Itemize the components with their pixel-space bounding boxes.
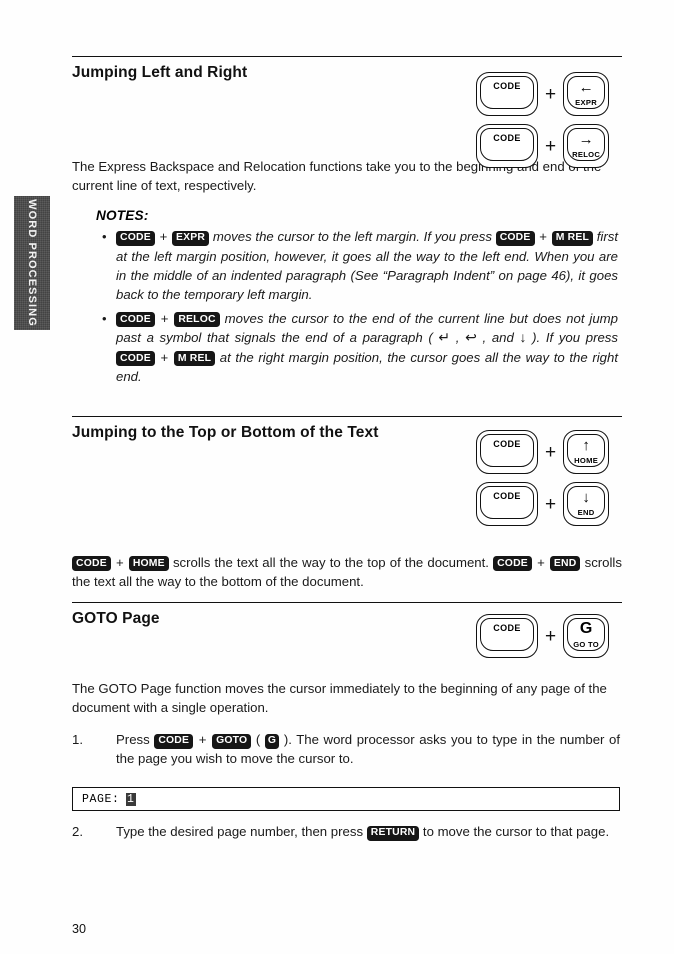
- plus-operator: +: [545, 83, 557, 105]
- page-prompt-cursor[interactable]: 1: [125, 792, 137, 806]
- plus-operator: +: [159, 229, 168, 245]
- key-badge-code: CODE: [116, 312, 155, 328]
- keycap-figure-goto: CODE + G GO TO: [476, 614, 610, 658]
- key-badge-reloc: RELOC: [174, 312, 220, 328]
- key-badge-code: CODE: [495, 230, 535, 246]
- page-prompt-label: PAGE:: [82, 792, 120, 806]
- keycap-row: CODE + ↑ HOME: [476, 430, 610, 474]
- key-badge-g: G: [264, 733, 280, 749]
- arrow-up-icon: ↑: [582, 436, 590, 454]
- keycap-expr: ← EXPR: [563, 72, 610, 116]
- keycap-sublabel: HOME: [574, 456, 599, 465]
- keycap-sublabel: RELOC: [572, 150, 601, 159]
- page-number: 30: [72, 922, 87, 936]
- key-badge-return: RETURN: [366, 825, 420, 841]
- keycap-end: ↓ END: [563, 482, 610, 526]
- step-text: Press CODE + GOTO ( G ). The word proces…: [116, 732, 621, 767]
- paragraph-symbol-icon: ↵: [438, 329, 451, 346]
- paragraph-symbol-icon: ↩: [465, 329, 477, 346]
- key-badge-m-rel: M REL: [551, 230, 594, 246]
- keycap-label: CODE: [493, 132, 521, 143]
- step-number: 2.: [72, 824, 83, 840]
- keycap-reloc: → RELOC: [563, 124, 610, 168]
- keycap-code: CODE: [476, 124, 538, 168]
- keycap-label: CODE: [493, 80, 521, 91]
- key-badge-code: CODE: [116, 351, 155, 367]
- keycap-code: CODE: [476, 482, 538, 526]
- plus-operator: +: [160, 349, 169, 365]
- key-badge-m-rel: M REL: [173, 351, 216, 367]
- key-badge-code: CODE: [116, 230, 155, 246]
- keycap-row: CODE + ↓ END: [476, 482, 610, 526]
- keycap-figure-top-bottom: CODE + ↑ HOME CODE + ↓ END: [476, 430, 610, 526]
- key-badge-home: HOME: [128, 556, 169, 572]
- keycap-label: CODE: [493, 490, 521, 501]
- arrow-right-icon: →: [578, 130, 594, 148]
- step-item: 2. Type the desired page number, then pr…: [72, 822, 622, 841]
- step-item: 1. Press CODE + GOTO ( G ). The word pro…: [72, 730, 622, 768]
- keycap-label: CODE: [493, 622, 521, 633]
- steps-list: 1. Press CODE + GOTO ( G ). The word pro…: [72, 730, 622, 768]
- arrow-down-icon: ↓: [582, 488, 590, 506]
- keycap-goto: G GO TO: [563, 614, 610, 658]
- step-text: Type the desired page number, then press…: [116, 824, 610, 841]
- keycap-letter: G: [579, 619, 593, 637]
- plus-operator: +: [545, 441, 557, 463]
- keycap-figure-left-right: CODE + ← EXPR CODE + → RELOC: [476, 72, 610, 168]
- page-prompt-box[interactable]: PAGE: 1: [72, 787, 620, 812]
- section-tab-word-processing: WORD PROCESSING: [14, 196, 50, 330]
- keycap-code: CODE: [476, 430, 538, 474]
- plus-operator: +: [198, 732, 207, 748]
- keycap-sublabel: EXPR: [575, 98, 598, 107]
- note-item: CODE + EXPR moves the cursor to the left…: [102, 227, 622, 305]
- keycap-home: ↑ HOME: [563, 430, 610, 474]
- steps-list: 2. Type the desired page number, then pr…: [72, 822, 622, 841]
- notes-label: NOTES:: [96, 208, 149, 224]
- plus-operator: +: [115, 555, 124, 570]
- section-tab-label: WORD PROCESSING: [26, 199, 38, 327]
- prompt-wrapper: PAGE: 1: [72, 787, 622, 812]
- keycap-row: CODE + ← EXPR: [476, 72, 610, 116]
- section-intro-paragraph: The GOTO Page function moves the cursor …: [72, 681, 607, 715]
- keycap-row: CODE + → RELOC: [476, 124, 610, 168]
- keycap-label: CODE: [493, 438, 521, 449]
- plus-operator: +: [545, 135, 557, 157]
- keycap-row: CODE + G GO TO: [476, 614, 610, 658]
- key-badge-end: END: [549, 556, 581, 572]
- keycap-code: CODE: [476, 614, 538, 658]
- step-number: 1.: [72, 732, 83, 748]
- keycap-sublabel: END: [577, 508, 595, 517]
- key-badge-goto: GOTO: [212, 733, 252, 749]
- paragraph-symbol-icon: ↓: [519, 329, 527, 346]
- key-badge-expr: EXPR: [172, 230, 210, 246]
- plus-operator: +: [545, 493, 557, 515]
- key-badge-code: CODE: [493, 556, 532, 572]
- plus-operator: +: [539, 229, 547, 245]
- plus-operator: +: [537, 555, 545, 570]
- note-item: CODE + RELOC moves the cursor to the end…: [102, 309, 622, 387]
- key-badge-code: CODE: [72, 556, 111, 572]
- key-badge-code: CODE: [154, 733, 194, 749]
- arrow-left-icon: ←: [578, 78, 594, 96]
- manual-page: WORD PROCESSING Jumping Left and Right T…: [0, 0, 674, 954]
- keycap-sublabel: GO TO: [573, 640, 600, 649]
- plus-operator: +: [545, 625, 557, 647]
- notes-list: CODE + EXPR moves the cursor to the left…: [72, 227, 622, 386]
- keycap-code: CODE: [476, 72, 538, 116]
- section-body-paragraph: CODE + HOME scrolls the text all the way…: [72, 555, 622, 589]
- plus-operator: +: [160, 310, 169, 326]
